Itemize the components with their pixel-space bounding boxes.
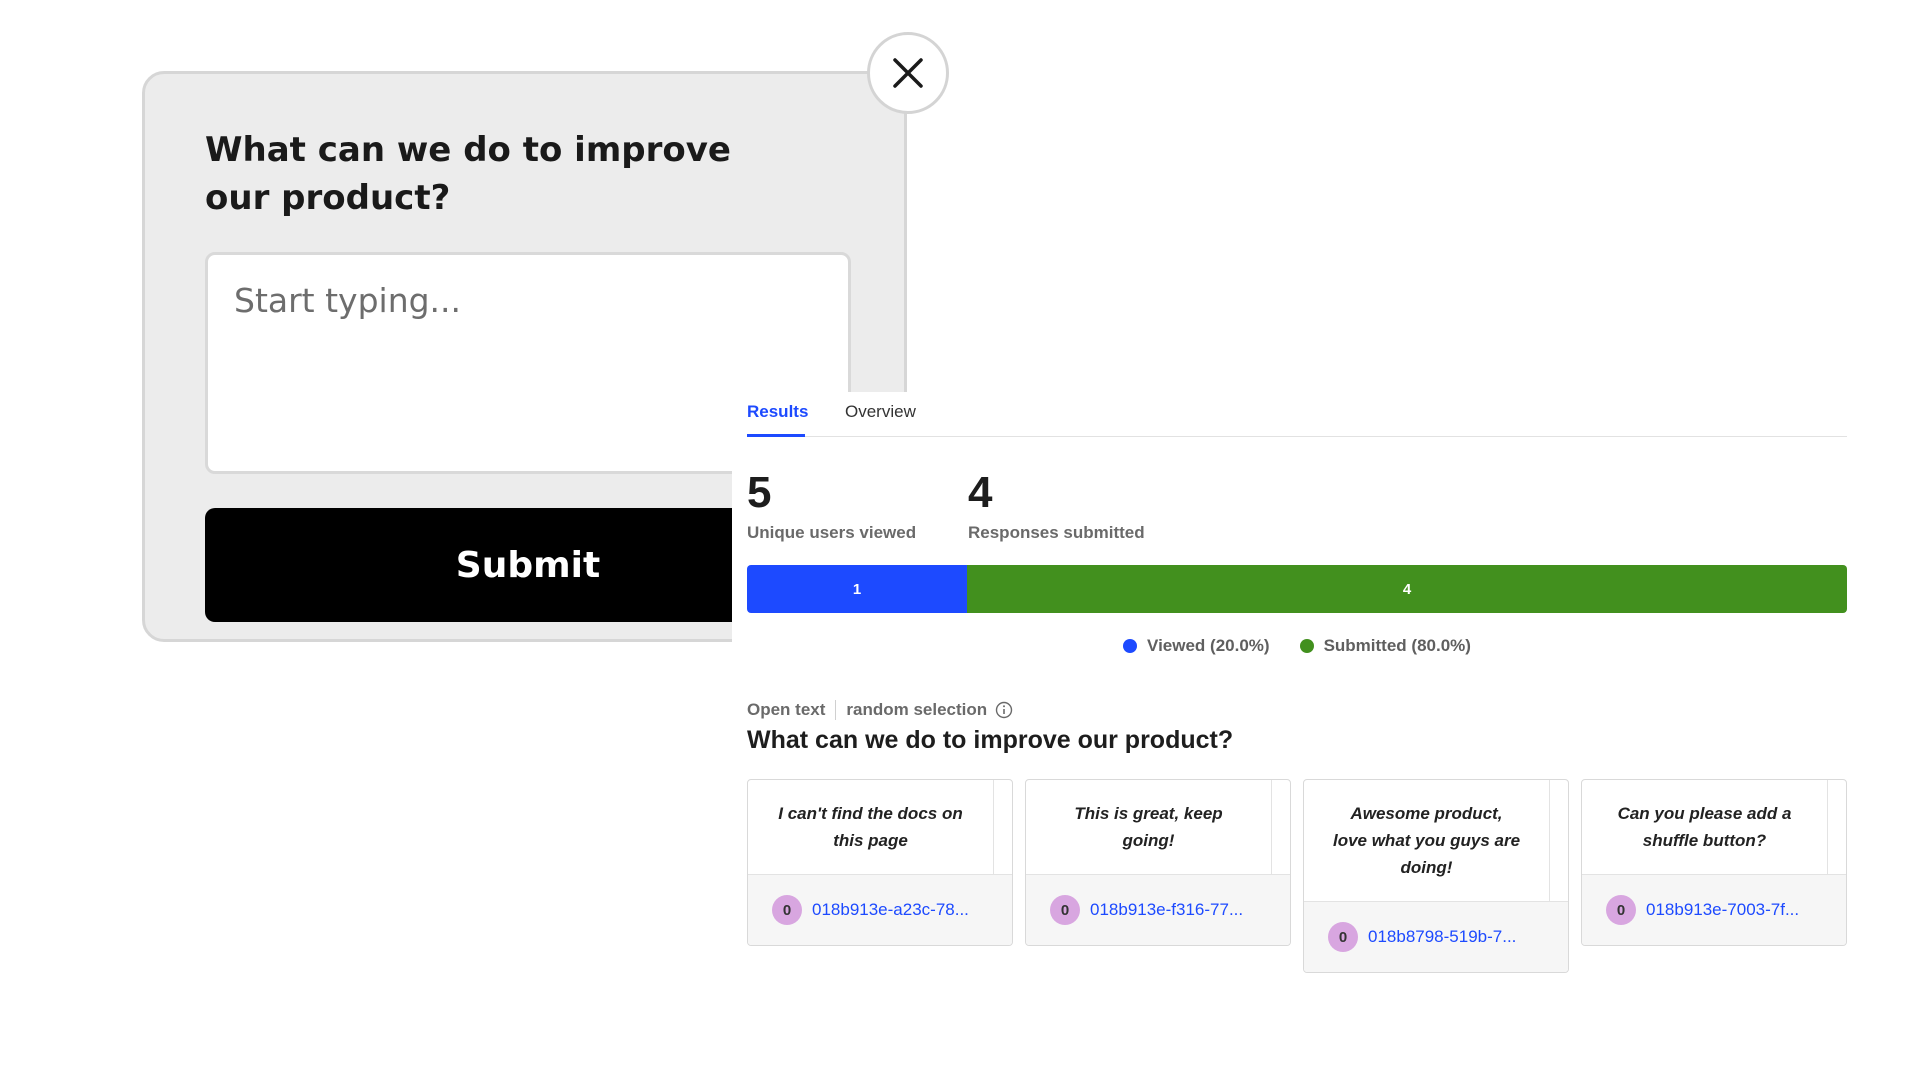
response-text: I can't find the docs on this page xyxy=(748,780,994,874)
legend-viewed: Viewed (20.0%) xyxy=(1123,636,1270,656)
bar-legend: Viewed (20.0%) Submitted (80.0%) xyxy=(732,636,1862,656)
close-icon xyxy=(893,58,923,88)
responses-count: 4 xyxy=(968,468,993,517)
person-link[interactable]: 018b913e-7003-7f... xyxy=(1646,900,1799,920)
question-meta: Open text random selection xyxy=(747,700,1013,720)
person-link[interactable]: 018b913e-f316-77... xyxy=(1090,900,1243,920)
active-tab-indicator xyxy=(747,434,805,437)
responses-label: Responses submitted xyxy=(968,523,1145,542)
submitted-dot-icon xyxy=(1299,639,1314,653)
person-link[interactable]: 018b913e-a23c-78... xyxy=(812,900,969,920)
tab-overview[interactable]: Overview xyxy=(845,402,916,422)
viewed-segment[interactable]: 1 xyxy=(747,565,967,613)
response-card: I can't find the docs on this page 0 018… xyxy=(747,779,1013,946)
tab-results[interactable]: Results xyxy=(747,402,808,422)
legend-submitted-label: Submitted (80.0%) xyxy=(1323,636,1471,655)
response-author: 0 018b913e-f316-77... xyxy=(1026,874,1290,945)
response-author: 0 018b8798-519b-7... xyxy=(1304,901,1568,972)
legend-submitted: Submitted (80.0%) xyxy=(1299,636,1471,656)
submission-rate-bar: 1 4 xyxy=(747,565,1847,613)
meta-divider xyxy=(835,700,837,720)
response-text: Can you please add a shuffle button? xyxy=(1582,780,1828,874)
viewed-dot-icon xyxy=(1123,639,1138,653)
survey-results-panel: Results Overview 5 Unique users viewed 4… xyxy=(732,392,1920,1080)
unique-users-count: 5 xyxy=(747,468,772,517)
survey-question: What can we do to improve our product? xyxy=(205,130,731,218)
response-author: 0 018b913e-a23c-78... xyxy=(748,874,1012,945)
avatar: 0 xyxy=(1328,922,1358,952)
submitted-segment[interactable]: 4 xyxy=(967,565,1847,613)
unique-users-label: Unique users viewed xyxy=(747,523,917,542)
question-type: Open text xyxy=(747,700,826,719)
info-icon[interactable] xyxy=(995,701,1013,719)
response-card: This is great, keep going! 0 018b913e-f3… xyxy=(1025,779,1291,946)
avatar: 0 xyxy=(1050,895,1080,925)
results-question-title: What can we do to improve our product? xyxy=(747,726,1234,754)
avatar: 0 xyxy=(1606,895,1636,925)
response-text: Awesome product, love what you guys are … xyxy=(1304,780,1550,901)
response-card: Awesome product, love what you guys are … xyxy=(1303,779,1569,973)
person-link[interactable]: 018b8798-519b-7... xyxy=(1368,927,1516,947)
response-text: This is great, keep going! xyxy=(1026,780,1272,874)
avatar: 0 xyxy=(772,895,802,925)
results-tabs: Results Overview xyxy=(747,392,1847,437)
response-card: Can you please add a shuffle button? 0 0… xyxy=(1581,779,1847,946)
close-button[interactable] xyxy=(867,32,949,114)
response-author: 0 018b913e-7003-7f... xyxy=(1582,874,1846,945)
selection-mode: random selection xyxy=(846,700,988,719)
legend-viewed-label: Viewed (20.0%) xyxy=(1147,636,1270,655)
